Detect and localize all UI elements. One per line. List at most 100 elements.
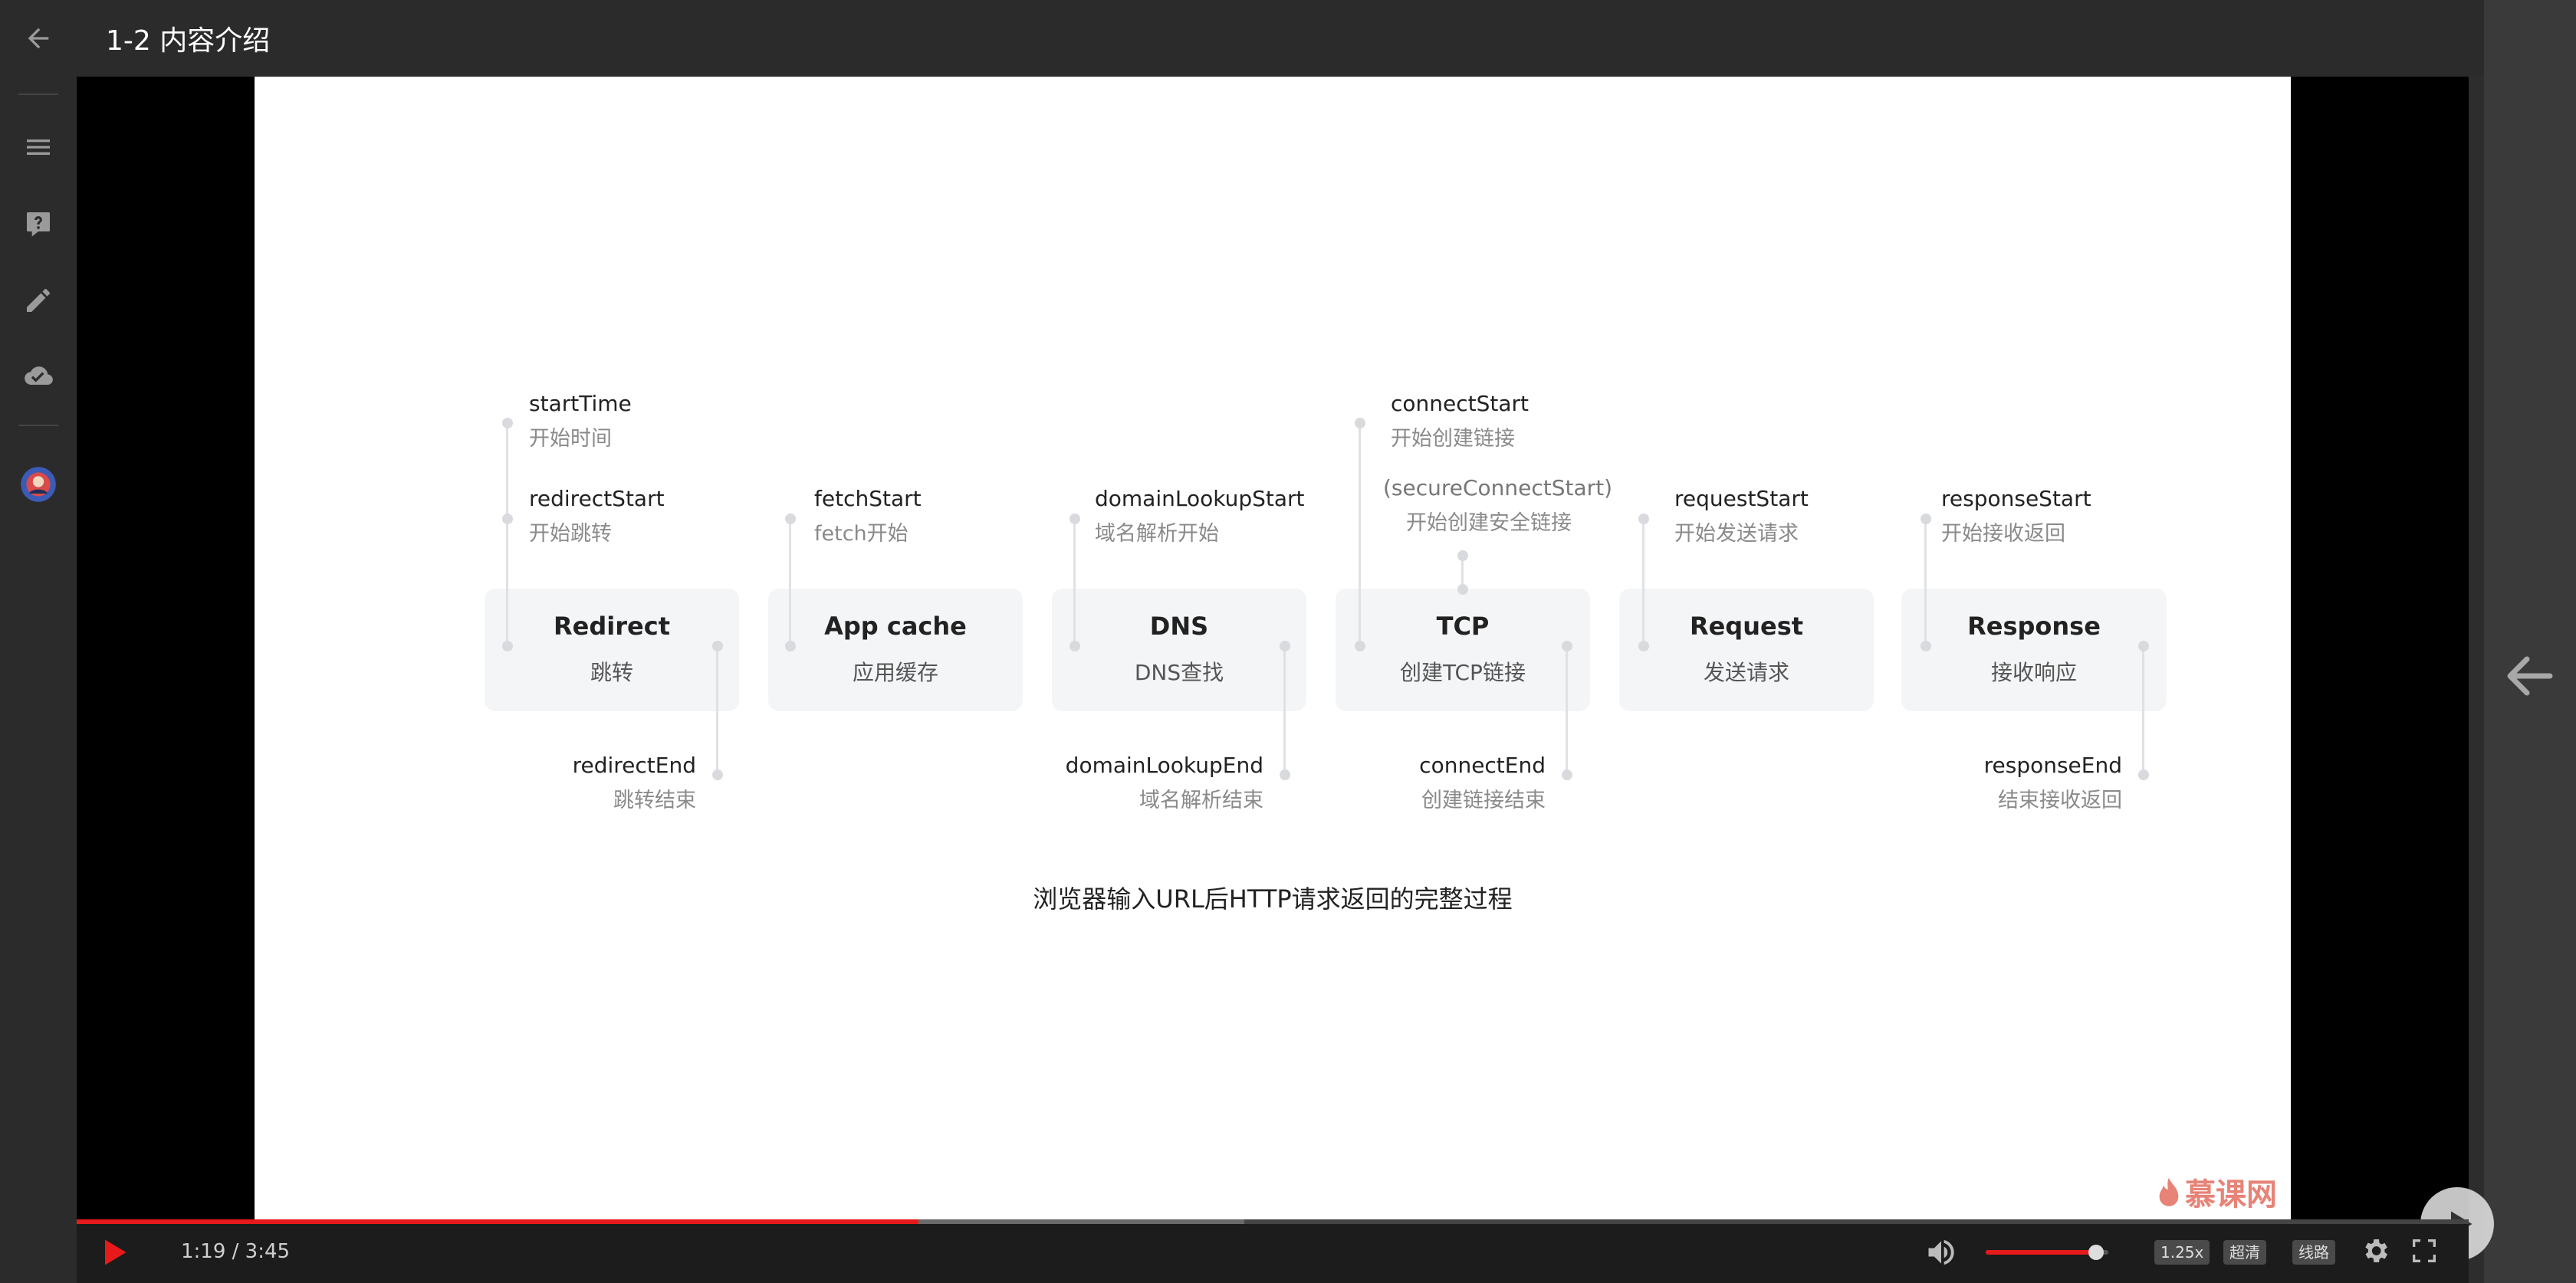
stage-sub: 接收响应	[1990, 660, 2077, 685]
connector-line	[1924, 518, 1927, 647]
event-response-end-cn: 结束接收返回	[1998, 789, 2122, 812]
time-display: 1:19 / 3:45	[181, 1240, 291, 1263]
connector-dot	[2138, 641, 2149, 651]
stage-sub: 发送请求	[1703, 660, 1789, 685]
play-button[interactable]	[97, 1235, 130, 1269]
connector-dot	[1070, 514, 1080, 524]
event-request-start-cn: 开始发送请求	[1674, 522, 1799, 546]
connector-line	[1283, 647, 1286, 776]
connector-line	[506, 423, 508, 647]
event-fetch-start: fetchStart	[814, 486, 922, 511]
quality-button[interactable]: 超清	[2223, 1240, 2266, 1265]
stage-name: Redirect	[554, 612, 670, 641]
connector-dot	[785, 514, 796, 524]
progress-played	[77, 1219, 919, 1224]
event-start-time: startTime	[529, 391, 632, 416]
event-secure-connect-start-cn: 开始创建安全链接	[1406, 511, 1572, 535]
event-domain-lookup-start-cn: 域名解析开始	[1095, 522, 1219, 546]
stage-name: DNS	[1149, 612, 1209, 641]
header-bar: 1-2 内容介绍	[77, 0, 2484, 77]
watermark-logo: 慕课网	[2156, 1170, 2277, 1214]
connector-line	[1359, 423, 1361, 647]
event-fetch-start-cn: fetch开始	[814, 522, 909, 546]
watermark-text: 慕课网	[2185, 1177, 2277, 1212]
event-request-start: requestStart	[1674, 486, 1809, 511]
volume-slider[interactable]	[1986, 1245, 2108, 1260]
event-domain-lookup-end-cn: 域名解析结束	[1139, 789, 1263, 812]
event-connect-end-cn: 创建链接结束	[1421, 789, 1546, 812]
event-connect-end: connectEnd	[1419, 753, 1546, 778]
event-redirect-start-cn: 开始跳转	[529, 522, 612, 546]
chapter-list-icon[interactable]	[12, 121, 64, 173]
connector-line	[2142, 647, 2144, 776]
stage-dns: DNS DNS查找	[1052, 589, 1306, 711]
connector-dot	[1638, 641, 1649, 651]
stage-name: App cache	[824, 612, 967, 641]
connector-dot	[1921, 641, 1931, 651]
event-start-time-cn: 开始时间	[529, 427, 612, 451]
connector-dot	[1457, 584, 1468, 595]
connector-dot	[1457, 550, 1468, 561]
expand-panel-arrow-icon[interactable]	[2502, 648, 2558, 704]
connector-dot	[1280, 641, 1290, 651]
stage-sub: DNS查找	[1134, 660, 1224, 685]
connector-dot	[502, 641, 513, 651]
stage-response: Response 接收响应	[1901, 589, 2167, 711]
stage-redirect: Redirect 跳转	[485, 589, 739, 711]
flame-icon	[2159, 1177, 2179, 1206]
connector-dot	[1562, 769, 1572, 780]
connector-dot	[785, 641, 796, 651]
slide-caption: 浏览器输入URL后HTTP请求返回的完整过程	[1033, 884, 1513, 914]
event-connect-start: connectStart	[1391, 391, 1530, 416]
progress-bar[interactable]	[77, 1219, 2469, 1224]
connector-dot	[502, 418, 513, 428]
player-controls: 1:19 / 3:45 1.25x 超清 线路	[77, 1219, 2469, 1283]
stage-sub: 应用缓存	[852, 660, 938, 685]
stage-sub: 跳转	[590, 660, 633, 685]
event-redirect-end: redirectEnd	[572, 753, 696, 778]
stage-name: Request	[1689, 612, 1804, 641]
connector-dot	[1070, 641, 1080, 651]
sidebar-divider	[18, 425, 58, 426]
stage-sub: 创建TCP链接	[1400, 660, 1526, 685]
right-panel	[2484, 0, 2576, 1283]
fullscreen-icon[interactable]	[2409, 1235, 2443, 1269]
stage-name: TCP	[1436, 612, 1490, 641]
event-domain-lookup-start: domainLookupStart	[1095, 486, 1305, 511]
connector-dot	[1280, 769, 1290, 780]
user-avatar[interactable]	[12, 458, 64, 510]
sidebar-divider	[18, 94, 58, 95]
stage-tcp: TCP 创建TCP链接	[1336, 589, 1590, 711]
stage-name: Response	[1967, 612, 2101, 641]
play-icon	[105, 1239, 127, 1265]
connector-dot	[712, 641, 723, 651]
line-button[interactable]: 线路	[2292, 1240, 2335, 1265]
event-connect-start-cn: 开始创建链接	[1391, 427, 1515, 451]
left-sidebar	[0, 0, 77, 1283]
connector-line	[1566, 647, 1568, 776]
video-slide: Redirect 跳转 App cache 应用缓存 DNS DNS查找 TCP…	[255, 77, 2291, 1222]
event-response-start: responseStart	[1941, 486, 2091, 511]
connector-line	[1073, 518, 1076, 647]
connector-dot	[502, 514, 513, 524]
volume-level	[1986, 1250, 2096, 1255]
cloud-download-icon[interactable]	[12, 351, 64, 403]
connector-dot	[1921, 514, 1931, 524]
question-icon[interactable]	[12, 198, 64, 250]
speed-button[interactable]: 1.25x	[2154, 1240, 2210, 1265]
volume-icon[interactable]	[1924, 1235, 1958, 1269]
connector-line	[1642, 518, 1644, 647]
connector-dot	[1562, 641, 1572, 651]
volume-knob[interactable]	[2088, 1245, 2104, 1260]
event-redirect-start: redirectStart	[529, 486, 665, 511]
video-player[interactable]: Redirect 跳转 App cache 应用缓存 DNS DNS查找 TCP…	[77, 77, 2494, 1261]
back-arrow-icon[interactable]	[12, 12, 64, 64]
event-secure-connect-start: (secureConnectStart)	[1383, 475, 1613, 500]
settings-gear-icon[interactable]	[2360, 1235, 2394, 1269]
page-title: 1-2 内容介绍	[106, 25, 271, 57]
note-pencil-icon[interactable]	[12, 274, 64, 326]
connector-dot	[2138, 769, 2149, 780]
connector-dot	[1355, 418, 1365, 428]
stage-app-cache: App cache 应用缓存	[768, 589, 1023, 711]
connector-line	[716, 647, 718, 776]
